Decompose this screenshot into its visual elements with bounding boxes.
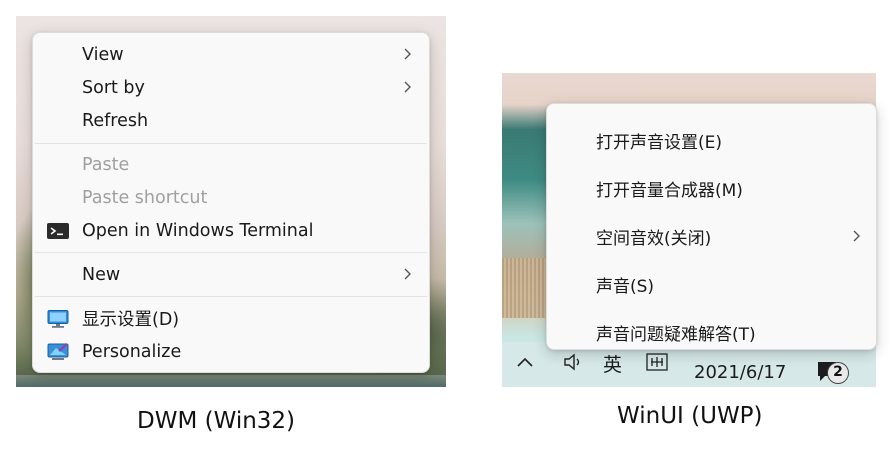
wallpaper-ground <box>16 375 446 387</box>
menu-item-view[interactable]: View <box>33 38 429 71</box>
menu-item-label: 空间音效(关闭) <box>596 228 712 249</box>
menu-item-label: 打开声音设置(E) <box>596 132 723 153</box>
menu-item-label: Open in Windows Terminal <box>82 220 314 241</box>
taskbar-date[interactable]: 2021/6/17 <box>694 362 786 383</box>
menu-item-open-sound-settings[interactable]: 打开声音设置(E) <box>547 116 876 164</box>
winui-caption: WinUI (UWP) <box>617 403 763 429</box>
menu-item-label: Paste shortcut <box>82 187 208 208</box>
menu-item-label: 打开音量合成器(M) <box>596 180 743 201</box>
personalize-icon <box>47 342 69 360</box>
chevron-right-icon <box>404 48 411 60</box>
notification-badge: 2 <box>827 362 849 384</box>
menu-separator <box>35 252 427 253</box>
volume-context-menu: 打开声音设置(E) 打开音量合成器(M) 空间音效(关闭) 声音(S) 声音问题… <box>546 103 877 350</box>
menu-item-new[interactable]: New <box>33 258 429 291</box>
menu-item-spatial-sound[interactable]: 空间音效(关闭) <box>547 212 876 260</box>
menu-item-troubleshoot-sound[interactable]: 声音问题疑难解答(T) <box>547 308 876 356</box>
menu-item-refresh[interactable]: Refresh <box>33 104 429 137</box>
menu-item-label: Paste <box>82 154 130 175</box>
chevron-right-icon <box>404 81 411 93</box>
menu-item-label: View <box>82 44 124 65</box>
menu-item-sounds[interactable]: 声音(S) <box>547 260 876 308</box>
menu-item-label: 声音问题疑难解答(T) <box>596 324 756 345</box>
menu-item-sort-by[interactable]: Sort by <box>33 71 429 104</box>
menu-item-label: Sort by <box>82 77 145 98</box>
chevron-up-icon[interactable] <box>515 354 535 370</box>
dwm-caption: DWM (Win32) <box>137 408 296 434</box>
menu-item-paste: Paste <box>33 148 429 181</box>
menu-item-label: Personalize <box>82 341 182 362</box>
menu-separator <box>35 143 427 144</box>
menu-item-label: New <box>82 264 121 285</box>
menu-item-label: Refresh <box>82 110 149 131</box>
chevron-right-icon <box>853 230 860 242</box>
menu-item-open-volume-mixer[interactable]: 打开音量合成器(M) <box>547 164 876 212</box>
terminal-icon <box>47 222 69 239</box>
menu-item-open-in-windows-terminal[interactable]: Open in Windows Terminal <box>33 214 429 247</box>
desktop-context-menu: View Sort by Refresh Paste Paste shortcu… <box>32 32 430 373</box>
display-icon <box>47 309 69 328</box>
menu-item-label: 声音(S) <box>596 276 655 297</box>
notification-count: 2 <box>833 364 843 380</box>
menu-item-personalize[interactable]: Personalize <box>33 335 429 368</box>
menu-separator <box>35 296 427 297</box>
menu-item-label: 显示设置(D) <box>82 310 180 330</box>
menu-item-paste-shortcut: Paste shortcut <box>33 181 429 214</box>
menu-item-display-settings[interactable]: 显示设置(D) <box>33 302 429 335</box>
chevron-right-icon <box>404 268 411 280</box>
